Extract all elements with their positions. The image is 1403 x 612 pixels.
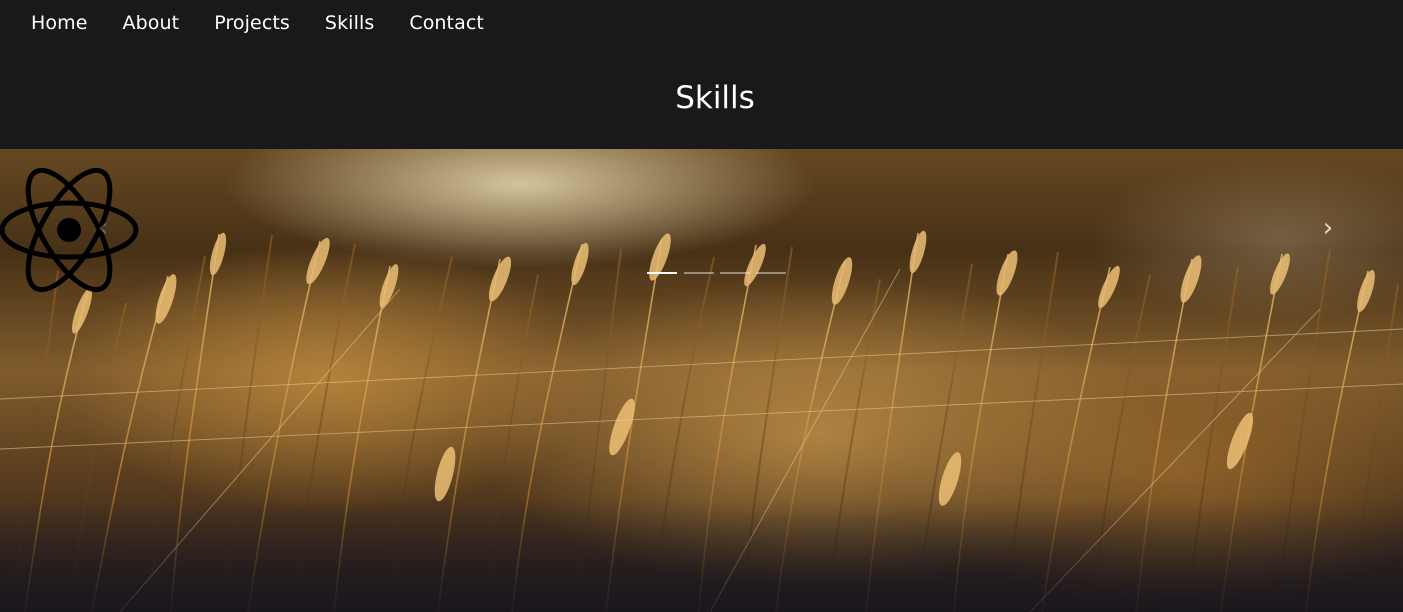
- chevron-left-icon[interactable]: ‹: [95, 214, 111, 242]
- carousel-indicator-4[interactable]: [756, 272, 786, 274]
- nav-skills-link[interactable]: Skills: [325, 9, 374, 37]
- chevron-right-icon[interactable]: ›: [1320, 214, 1336, 242]
- nav-home-link[interactable]: Home: [31, 9, 88, 37]
- nav-projects-link[interactable]: Projects: [214, 9, 290, 37]
- react-icon: [0, 167, 139, 293]
- page-header: Home About Projects Skills Contact Skill…: [0, 0, 1403, 149]
- carousel-indicators: [647, 270, 787, 276]
- carousel-indicator-2[interactable]: [684, 272, 714, 274]
- nav-about-link[interactable]: About: [123, 9, 180, 37]
- portfolio-page: Home About Projects Skills Contact Skill…: [0, 0, 1403, 612]
- page-title: Skills: [675, 80, 755, 116]
- carousel-indicator-3[interactable]: [720, 272, 750, 274]
- image-shadow-overlay: [0, 502, 1403, 612]
- nav-contact-link[interactable]: Contact: [409, 9, 484, 37]
- main-navigation: Home About Projects Skills Contact: [31, 9, 519, 37]
- carousel-indicator-1[interactable]: [647, 272, 677, 274]
- skills-carousel[interactable]: [0, 149, 1403, 612]
